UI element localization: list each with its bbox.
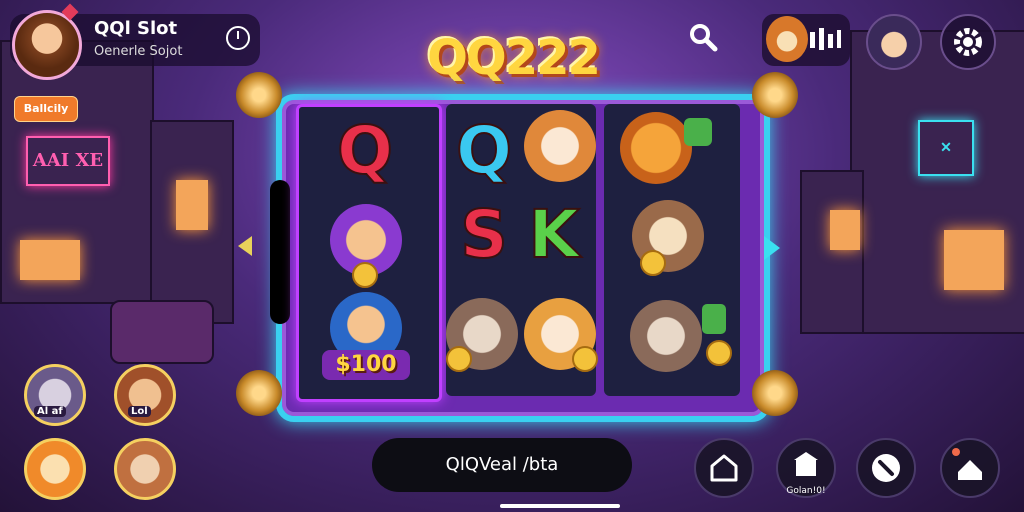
settings-gear-icon[interactable]: [940, 14, 996, 70]
friend-avatar[interactable]: [866, 14, 922, 70]
left-window: [20, 240, 80, 280]
game-logo: QQ222: [427, 30, 601, 86]
left-neon-sign: AAI XE: [26, 136, 110, 186]
right-neon-sign: ✕: [918, 120, 974, 176]
frame-corner-br: [752, 370, 798, 416]
side-avatar-dog[interactable]: [114, 438, 176, 500]
spin-pill-button[interactable]: QlQVeal /bta: [372, 438, 632, 492]
symbol-k: K: [527, 195, 580, 274]
coin-icon: [352, 262, 378, 288]
money-icon: [702, 304, 726, 334]
coin-icon: [640, 250, 666, 276]
symbol-pumpkin-cat: [620, 112, 692, 184]
symbol-cat-money: [630, 300, 702, 372]
coin-icon: [446, 346, 472, 372]
frame-corner-tl: [236, 72, 282, 118]
money-icon: [684, 118, 712, 146]
coin-icon: [706, 340, 732, 366]
right-arrow-icon[interactable]: [764, 236, 780, 260]
left-car: [110, 300, 214, 364]
side-avatar-monkey-label: Lol: [128, 406, 151, 417]
value-tag: $100: [322, 350, 410, 380]
frame-corner-tr: [752, 72, 798, 118]
right-window-2: [830, 210, 860, 250]
symbol-q: Q: [455, 111, 513, 190]
left-arrow-icon[interactable]: [238, 236, 252, 256]
symbol-s: S: [459, 195, 509, 274]
player-avatar[interactable]: [12, 10, 82, 80]
symbol-q: Q: [336, 111, 394, 190]
right-window: [944, 230, 1004, 290]
left-window-2: [176, 180, 208, 230]
zoom-icon[interactable]: [856, 438, 916, 498]
game-title: QQl Slot: [94, 18, 178, 39]
side-slider[interactable]: [270, 180, 290, 324]
bars-icon: [808, 26, 842, 52]
badge-button[interactable]: Ballcily: [14, 96, 78, 122]
home-indicator: [500, 504, 620, 508]
game-subtitle: Oenerle Sojot: [94, 44, 183, 59]
symbol-dog-character: [524, 110, 596, 182]
search-icon[interactable]: [688, 22, 718, 52]
side-avatar-fox[interactable]: [24, 438, 86, 500]
coin-icon: [572, 346, 598, 372]
shop-label: Golan!0!: [786, 486, 826, 496]
home-icon[interactable]: [694, 438, 754, 498]
side-avatar-cat-label: Al af: [34, 406, 66, 417]
frame-corner-bl: [236, 370, 282, 416]
clock-icon[interactable]: [226, 26, 250, 50]
fox-mascot-icon: [766, 16, 808, 62]
right-building-2: [800, 170, 864, 334]
chest-icon[interactable]: [940, 438, 1000, 498]
